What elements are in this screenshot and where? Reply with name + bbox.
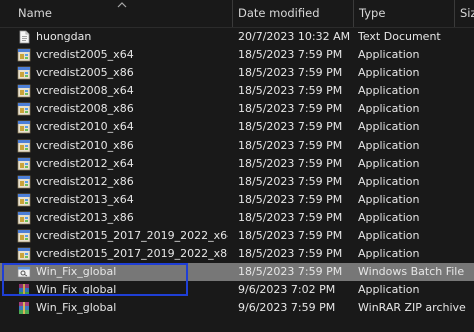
file-type: Application — [358, 283, 420, 297]
file-date-modified: 9/6/2023 7:59 PM — [238, 301, 336, 315]
file-name: vcredist2010_x64 — [36, 120, 134, 134]
file-type: Application — [358, 210, 420, 224]
file-date-modified: 18/5/2023 7:59 PM — [238, 156, 343, 170]
file-name: vcredist2015_2017_2019_2022_x64 — [36, 229, 228, 243]
file-type: Application — [358, 174, 420, 188]
file-date-modified: 18/5/2023 7:59 PM — [238, 210, 343, 224]
installer-app-icon — [17, 48, 31, 62]
installer-app-icon — [17, 102, 31, 116]
file-type: Application — [358, 156, 420, 170]
installer-app-icon — [17, 139, 31, 153]
file-name: vcredist2012_x64 — [36, 156, 134, 170]
file-date-modified: 18/5/2023 7:59 PM — [238, 120, 343, 134]
column-divider[interactable] — [232, 0, 233, 27]
file-row[interactable]: vcredist2008_x86 18/5/2023 7:59 PM Appli… — [0, 100, 474, 118]
file-type: Application — [358, 192, 420, 206]
installer-app-icon — [17, 193, 31, 207]
file-row[interactable]: vcredist2013_x64 18/5/2023 7:59 PM Appli… — [0, 191, 474, 209]
installer-app-icon — [17, 247, 31, 261]
file-name: vcredist2008_x64 — [36, 84, 134, 98]
installer-app-icon — [17, 175, 31, 189]
file-row[interactable]: vcredist2015_2017_2019_2022_x64 18/5/202… — [0, 227, 474, 245]
file-type: Application — [358, 138, 420, 152]
batch-file-icon — [17, 265, 31, 279]
file-row[interactable]: Win_Fix_global 18/5/2023 7:59 PM Windows… — [0, 263, 474, 282]
file-date-modified: 18/5/2023 7:59 PM — [238, 265, 343, 279]
file-row[interactable]: vcredist2012_x86 18/5/2023 7:59 PM Appli… — [0, 173, 474, 191]
file-date-modified: 18/5/2023 7:59 PM — [238, 66, 343, 80]
file-name: vcredist2013_x86 — [36, 210, 134, 224]
file-row[interactable]: huongdan 20/7/2023 10:32 AM Text Documen… — [0, 28, 474, 46]
column-divider[interactable] — [454, 0, 455, 27]
file-date-modified: 18/5/2023 7:59 PM — [238, 48, 343, 62]
file-row[interactable]: vcredist2005_x64 18/5/2023 7:59 PM Appli… — [0, 46, 474, 64]
installer-app-icon — [17, 211, 31, 225]
file-date-modified: 18/5/2023 7:59 PM — [238, 247, 343, 261]
file-name: vcredist2013_x64 — [36, 192, 134, 206]
installer-app-icon — [17, 120, 31, 134]
file-row[interactable]: vcredist2008_x64 18/5/2023 7:59 PM Appli… — [0, 82, 474, 100]
file-name: Win_Fix_global — [36, 265, 117, 279]
file-row[interactable]: vcredist2015_2017_2019_2022_x86 18/5/202… — [0, 245, 474, 263]
column-header-name[interactable]: Name — [18, 0, 52, 27]
file-type: Application — [358, 247, 420, 261]
file-type: WinRAR ZIP archive — [358, 301, 466, 315]
file-name: vcredist2012_x86 — [36, 174, 134, 188]
file-name: vcredist2010_x86 — [36, 138, 134, 152]
file-type: Application — [358, 84, 420, 98]
file-type: Application — [358, 66, 420, 80]
zip-archive-icon — [17, 301, 31, 315]
column-header-date-modified[interactable]: Date modified — [238, 0, 320, 27]
installer-app-icon — [17, 66, 31, 80]
file-name: Win_Fix_global — [36, 283, 117, 297]
file-date-modified: 18/5/2023 7:59 PM — [238, 102, 343, 116]
file-type: Application — [358, 48, 420, 62]
file-row[interactable]: vcredist2010_x64 18/5/2023 7:59 PM Appli… — [0, 118, 474, 136]
file-name: vcredist2005_x86 — [36, 66, 134, 80]
file-date-modified: 18/5/2023 7:59 PM — [238, 192, 343, 206]
file-date-modified: 18/5/2023 7:59 PM — [238, 84, 343, 98]
file-row[interactable]: vcredist2005_x86 18/5/2023 7:59 PM Appli… — [0, 64, 474, 82]
installer-app-icon — [17, 157, 31, 171]
file-row[interactable]: vcredist2010_x86 18/5/2023 7:59 PM Appli… — [0, 137, 474, 155]
column-divider[interactable] — [353, 0, 354, 27]
file-name: Win_Fix_global — [36, 301, 117, 315]
installer-app-icon — [17, 84, 31, 98]
file-date-modified: 18/5/2023 7:59 PM — [238, 138, 343, 152]
file-row[interactable]: vcredist2012_x64 18/5/2023 7:59 PM Appli… — [0, 155, 474, 173]
file-name: huongdan — [36, 30, 92, 43]
file-row[interactable]: Win_Fix_global 9/6/2023 7:59 PM WinRAR Z… — [0, 299, 474, 317]
file-name: vcredist2008_x86 — [36, 102, 134, 116]
file-type: Application — [358, 120, 420, 134]
column-header-bar: Name Date modified Type Siz — [0, 0, 474, 28]
file-date-modified: 18/5/2023 7:59 PM — [238, 174, 343, 188]
file-date-modified: 20/7/2023 10:32 AM — [238, 30, 351, 43]
file-list: huongdan 20/7/2023 10:32 AM Text Documen… — [0, 28, 474, 332]
column-header-type[interactable]: Type — [359, 0, 385, 27]
file-name: vcredist2005_x64 — [36, 48, 134, 62]
installer-app-icon — [17, 229, 31, 243]
file-date-modified: 9/6/2023 7:02 PM — [238, 283, 336, 297]
file-type: Text Document — [358, 30, 441, 43]
file-type: Windows Batch File — [358, 265, 465, 279]
file-type: Application — [358, 102, 420, 116]
column-header-size[interactable]: Siz — [460, 0, 474, 27]
file-row[interactable]: vcredist2013_x86 18/5/2023 7:59 PM Appli… — [0, 209, 474, 227]
text-document-icon — [17, 30, 31, 44]
file-explorer: Name Date modified Type Siz huongdan 20/… — [0, 0, 474, 332]
sort-chevron-up-icon[interactable] — [117, 1, 127, 9]
file-row[interactable]: Win_Fix_global 9/6/2023 7:02 PM Applicat… — [0, 281, 474, 299]
winrar-app-icon — [17, 283, 31, 297]
file-type: Application — [358, 229, 420, 243]
file-date-modified: 18/5/2023 7:59 PM — [238, 229, 343, 243]
file-name: vcredist2015_2017_2019_2022_x86 — [36, 247, 228, 261]
